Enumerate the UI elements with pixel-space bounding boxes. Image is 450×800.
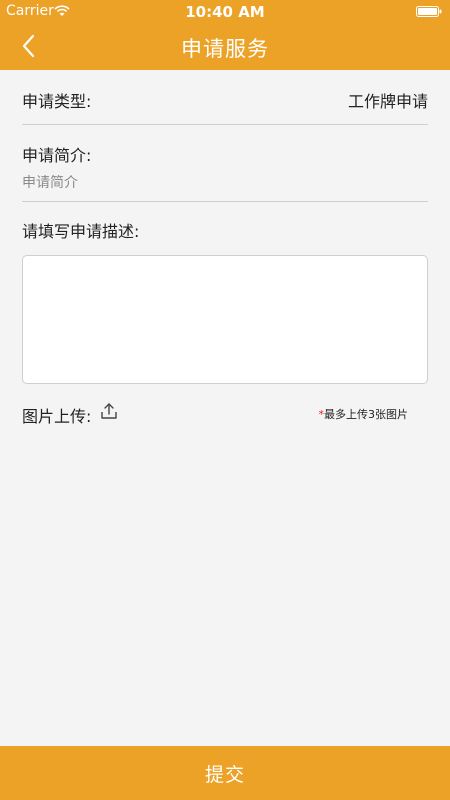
application-type-label: 申请类型:: [22, 92, 92, 111]
upload-limit-text: 最多上传3张图片: [324, 408, 408, 421]
upload-limit-note: *最多上传3张图片: [319, 406, 409, 422]
application-intro-input[interactable]: [22, 171, 428, 195]
top-bar: Carrier 10:40 AM 申请服务: [0, 0, 450, 70]
status-bar: Carrier 10:40 AM: [0, 0, 450, 22]
status-time: 10:40 AM: [185, 3, 265, 21]
page-title: 申请服务: [181, 37, 269, 61]
navigation-bar: 申请服务: [0, 22, 450, 70]
battery-icon: [416, 6, 442, 17]
application-type-value: 工作牌申请: [347, 92, 428, 111]
description-label: 请填写申请描述:: [22, 222, 140, 241]
image-upload-label: 图片上传:: [22, 407, 92, 426]
application-intro-label: 申请简介:: [22, 146, 92, 165]
submit-button[interactable]: 提交: [0, 746, 450, 800]
upload-icon[interactable]: [99, 401, 119, 421]
application-intro-row: 申请简介:: [22, 125, 428, 202]
application-type-row[interactable]: 申请类型: 工作牌申请: [22, 70, 428, 125]
description-textarea[interactable]: [22, 255, 428, 384]
